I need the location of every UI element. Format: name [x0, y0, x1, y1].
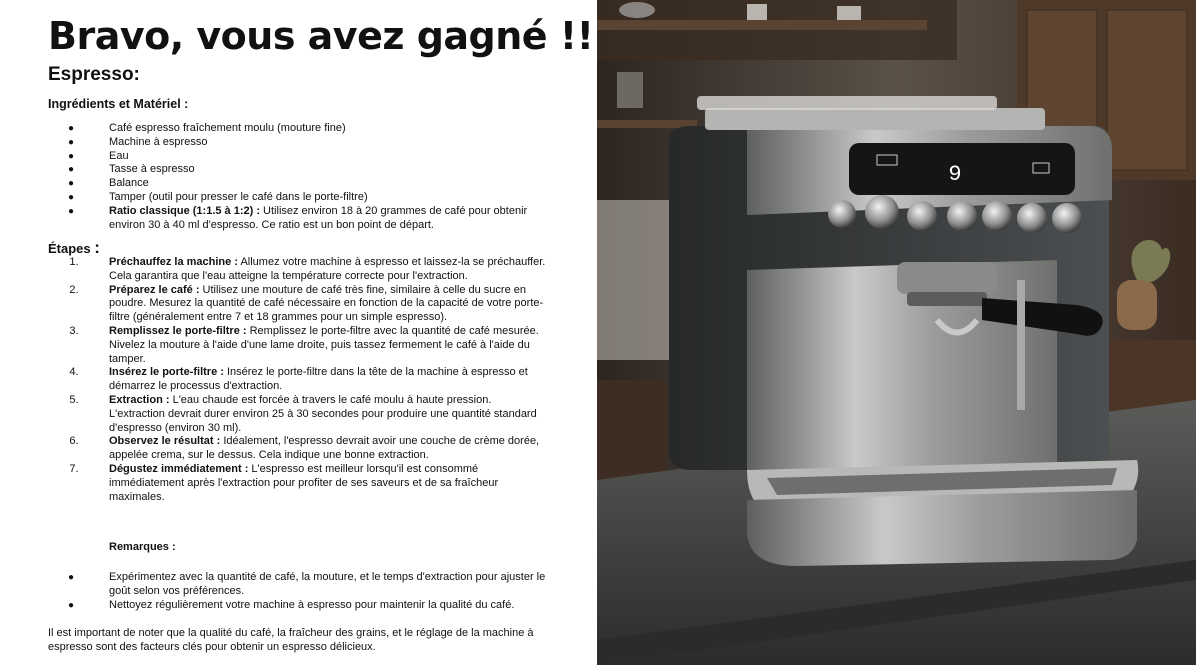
list-item: ● Nettoyez régulièrement votre machine à … — [48, 599, 548, 613]
list-item: ● Tamper (outil pour presser le café dans… — [48, 191, 548, 205]
step-number: 3. — [69, 324, 79, 337]
list-item: ● Café espresso fraîchement moulu (moutur… — [48, 122, 548, 136]
item-text: Balance — [109, 177, 149, 190]
list-item: 4. Insérez le porte-filtre : Insérez le p… — [48, 366, 548, 394]
list-item: ● Tasse à espresso — [48, 163, 548, 177]
bullet-marker: ● — [67, 572, 75, 583]
bullet-marker: ● — [67, 205, 75, 217]
list-item: ● Eau — [48, 150, 548, 164]
remarks-list: ● Expérimentez avec la quantité de café, … — [48, 571, 548, 612]
step-number: 4. — [69, 366, 79, 379]
item-text: L'eau chaude est forcée à travers le caf… — [109, 393, 537, 434]
final-note: Il est important de noter que la qualité… — [48, 627, 534, 653]
step-number: 7. — [69, 462, 79, 475]
item-text: Expérimentez avec la quantité de café, l… — [109, 571, 546, 597]
item-bold-label: Insérez le porte-filtre : — [109, 366, 224, 379]
item-bold-label: Remplissez le porte-filtre : — [109, 324, 247, 337]
list-item: 2. Préparez le café : Utilisez une moutur… — [48, 284, 548, 325]
item-bold-label: Extraction : — [109, 393, 170, 406]
espresso-machine-photo: 9 — [597, 0, 1196, 665]
list-item: ● Expérimentez avec la quantité de café, … — [48, 571, 548, 599]
step-number: 6. — [69, 435, 79, 448]
bullet-marker: ● — [67, 150, 75, 162]
list-item: 6. Observez le résultat : Idéalement, l'e… — [48, 435, 548, 463]
steps-list: 1. Préchauffez la machine : Allumez votre… — [48, 256, 548, 504]
recipe-subtitle: Espresso: — [48, 64, 140, 85]
ingredients-list: ● Café espresso fraîchement moulu (moutur… — [48, 122, 548, 232]
display-digit: 9 — [948, 162, 961, 187]
item-text: Eau — [109, 149, 129, 162]
bullet-marker: ● — [67, 191, 75, 203]
item-text: Tamper (outil pour presser le café dans … — [109, 190, 368, 203]
bullet-marker: ● — [67, 136, 75, 148]
item-bold-label: Ratio classique (1:1.5 à 1:2) : — [109, 204, 260, 217]
page-title: Bravo, vous avez gagné !!! — [48, 14, 597, 58]
item-text: Nettoyez régulièrement votre machine à e… — [109, 598, 515, 611]
bullet-marker: ● — [67, 123, 75, 134]
steps-heading-colon: : — [94, 238, 100, 257]
list-item: ● Ratio classique (1:1.5 à 1:2) : Utilise… — [48, 205, 548, 233]
item-bold-label: Préchauffez la machine : — [109, 256, 238, 268]
bullet-marker: ● — [67, 178, 75, 190]
steps-heading-text: Étapes — [48, 241, 91, 256]
item-text: Tasse à espresso — [109, 163, 195, 176]
step-number: 2. — [69, 283, 79, 296]
bullet-marker: ● — [67, 164, 75, 176]
bullet-marker: ● — [67, 599, 75, 611]
item-bold-label: Préparez le café : — [109, 283, 200, 296]
item-text: Café espresso fraîchement moulu (mouture… — [109, 122, 346, 134]
ingredients-heading: Ingrédients et Matériel : — [48, 97, 189, 111]
item-text: Machine à espresso — [109, 135, 208, 148]
item-bold-label: Observez le résultat : — [109, 435, 221, 448]
list-item: 5. Extraction : L'eau chaude est forcée à… — [48, 394, 548, 435]
step-number: 1. — [69, 256, 79, 268]
recipe-document: Bravo, vous avez gagné !!! Espresso: Ing… — [0, 0, 597, 665]
list-item: ● Balance — [48, 177, 548, 191]
remarks-heading: Remarques : — [109, 541, 176, 553]
step-number: 5. — [69, 393, 79, 406]
list-item: ● Machine à espresso — [48, 136, 548, 150]
item-bold-label: Dégustez immédiatement : — [109, 462, 249, 475]
list-item: 1. Préchauffez la machine : Allumez votre… — [48, 256, 548, 284]
list-item: 7. Dégustez immédiatement : L'espresso es… — [48, 463, 548, 504]
list-item: 3. Remplissez le porte-filtre : Remplisse… — [48, 325, 548, 366]
steps-heading: Étapes : — [48, 238, 100, 258]
